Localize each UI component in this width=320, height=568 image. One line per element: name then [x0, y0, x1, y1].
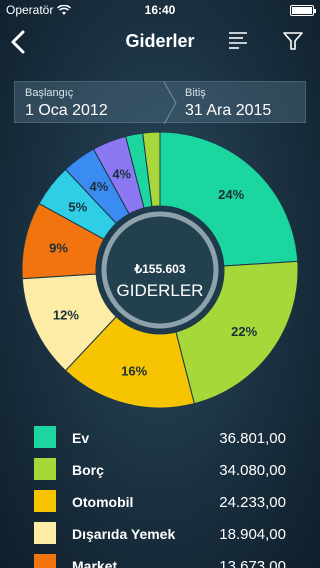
legend-swatch [34, 458, 56, 480]
slice-label: 24% [218, 187, 244, 202]
legend-amount: 36.801,00 [219, 430, 286, 447]
legend-swatch [34, 426, 56, 448]
slice-label: 16% [121, 364, 147, 379]
total-amount: ₺155.603 [133, 262, 185, 276]
end-date-button[interactable]: Bitiş 31 Ara 2015 [175, 82, 307, 124]
nav-bar: Giderler [0, 20, 320, 64]
legend-item[interactable]: Dışarıda Yemek 18.904,00 [0, 516, 320, 548]
legend-amount: 34.080,00 [219, 462, 286, 479]
legend-name: Dışarıda Yemek [72, 526, 176, 542]
slice-label: 4% [89, 179, 108, 194]
summary-label: GIDERLER [117, 281, 204, 300]
legend-swatch [34, 554, 56, 568]
slice-label: 12% [53, 307, 79, 322]
slice-label: 5% [68, 199, 87, 214]
slice-label: 9% [49, 240, 68, 255]
legend-amount: 24.233,00 [219, 494, 286, 511]
status-time: 16:40 [144, 3, 176, 17]
legend-name: Ev [72, 430, 90, 446]
list-icon [229, 32, 247, 49]
end-date-value: 31 Ara 2015 [185, 102, 272, 119]
end-date-label: Bitiş [185, 87, 206, 99]
legend-item[interactable]: Ev 36.801,00 [0, 420, 320, 452]
legend-amount: 18.904,00 [219, 526, 286, 543]
legend-swatch [34, 522, 56, 544]
legend-name: Borç [72, 462, 104, 478]
expense-donut-chart: 24%22%16%12%9%5%4%4% ₺155.603 GIDERLER [21, 131, 299, 409]
list-view-button[interactable] [226, 29, 250, 53]
slice-label: 4% [112, 166, 131, 181]
page-title: Giderler [125, 31, 195, 51]
legend-amount: 13.673,00 [219, 558, 286, 568]
start-date-button[interactable]: Başlangıç 1 Oca 2012 [15, 82, 165, 124]
legend-name: Market [72, 558, 118, 568]
slice-label: 22% [231, 324, 257, 339]
start-date-value: 1 Oca 2012 [25, 102, 108, 119]
battery-icon [290, 5, 316, 16]
legend-item[interactable]: Otomobil 24.233,00 [0, 484, 320, 516]
date-range-selector: Başlangıç 1 Oca 2012 Bitiş 31 Ara 2015 [14, 81, 307, 124]
status-bar: Operatör 16:40 [0, 0, 320, 20]
filter-button[interactable] [281, 29, 305, 53]
legend-name: Otomobil [72, 494, 134, 510]
legend-list: Ev 36.801,00 Borç 34.080,00 Otomobil 24.233,0… [0, 420, 320, 568]
legend-item[interactable]: Market 13.673,00 [0, 548, 320, 568]
legend-swatch [34, 490, 56, 512]
start-date-label: Başlangıç [25, 87, 74, 99]
filter-icon [283, 32, 303, 50]
legend-item[interactable]: Borç 34.080,00 [0, 452, 320, 484]
